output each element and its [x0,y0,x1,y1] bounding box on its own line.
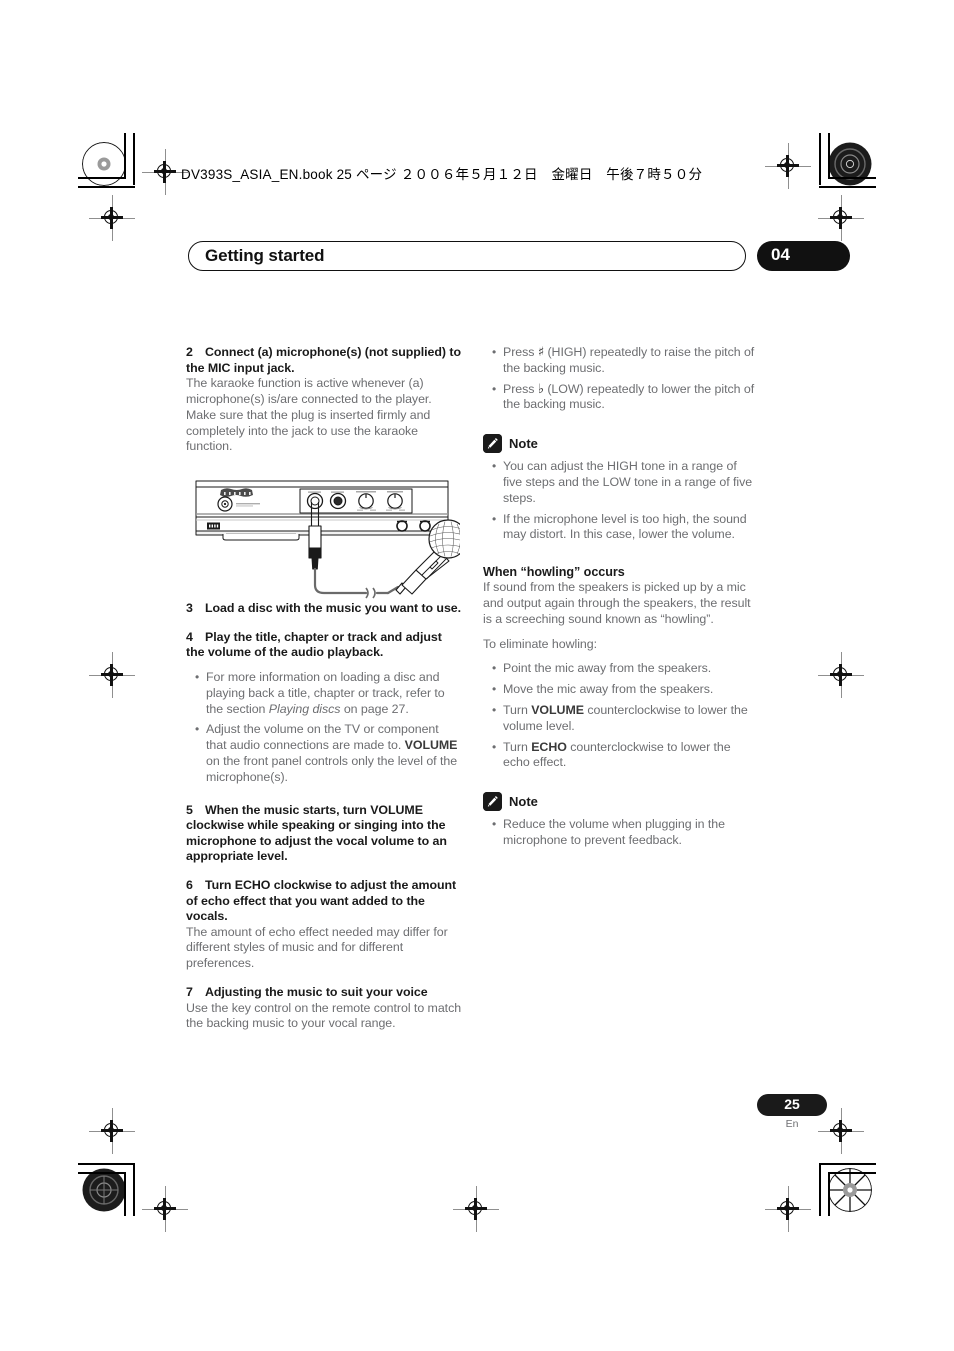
registration-target-top-left [142,149,188,195]
bullet-text-pre: Press [503,381,538,396]
page-number-tab: 25 [757,1094,827,1116]
note-header: Note [483,792,759,812]
list-item: Move the mic away from the speakers. [492,682,759,698]
step-5-heading: 5 When the music starts, turn VOLUME cloc… [186,803,462,865]
page-number: 25 [784,1096,800,1112]
note-2-bullets: Reduce the volume when plugging in the m… [483,817,759,849]
registration-target-bottom-center [453,1186,499,1232]
step-4-heading-text: Play the title, chapter or track and adj… [186,629,442,660]
bullet-text-bold: VOLUME [404,738,458,753]
note-block-1: Note You can adjust the HIGH tone in a r… [483,434,759,543]
list-item: If the microphone level is too high, the… [492,512,759,544]
left-column: 2 Connect (a) microphone(s) (not supplied… [186,345,462,1032]
list-item: You can adjust the HIGH tone in a range … [492,459,759,506]
list-item: Reduce the volume when plugging in the m… [492,817,759,849]
page-title: Getting started [205,246,325,265]
registration-target-left-middle [89,652,135,698]
step-6-heading-text: Turn ECHO clockwise to adjust the amount… [186,877,457,924]
howling-heading: When “howling” occurs [483,565,625,580]
list-item: For more information on loading a disc a… [195,670,462,717]
step-4-number: 4 [186,629,193,644]
list-item: Press ♯ (HIGH) repeatedly to raise the p… [492,345,759,377]
step-6-number: 6 [186,877,193,892]
step-2-body: The karaoke function is active whenever … [186,376,432,454]
note-block-2: Note Reduce the volume when plugging in … [483,792,759,849]
book-file-header: DV393S_ASIA_EN.book 25 ページ ２００６年５月１２日 金曜… [181,167,703,182]
howling-bullets: Point the mic away from the speakers. Mo… [483,661,759,771]
crop-bracket-top-right [818,133,876,191]
step-7-heading-text: Adjusting the music to suit your voice [205,985,428,1000]
registration-target-left-upper [89,195,135,241]
bullet-text-italic: Playing discs [268,701,341,716]
howling-body: If sound from the speakers is picked up … [483,580,751,626]
bullet-text-post: on page 27. [340,701,409,716]
bullet-text-pre: Turn [503,739,532,754]
step-7-body: Use the key control on the remote contro… [186,1000,462,1031]
pencil-icon [483,434,502,454]
bullet-text-bold: VOLUME [531,702,584,717]
list-item: Turn VOLUME counterclockwise to lower th… [492,702,759,735]
step-6-body: The amount of echo effect needed may dif… [186,924,448,971]
registration-target-left-lower [89,1108,135,1154]
bullet-text-bold: ECHO [531,739,567,754]
crop-bracket-top-left [78,133,136,191]
registration-target-bottom-left [142,1186,188,1232]
list-item: Turn ECHO counterclockwise to lower the … [492,739,759,772]
document-page: DV393S_ASIA_EN.book 25 ページ ２００６年５月１２日 金曜… [0,0,954,1351]
bullet-text-post: on the front panel controls only the lev… [206,753,458,784]
step-2-number: 2 [186,345,193,359]
list-item: Point the mic away from the speakers. [492,661,759,677]
note-1-bullets: You can adjust the HIGH tone in a range … [483,459,759,543]
mic-connection-diagram [190,473,468,605]
pitch-control-bullets: Press ♯ (HIGH) repeatedly to raise the p… [483,345,759,413]
crop-bracket-bottom-right [818,1158,876,1216]
registration-target-right-lower [818,1108,864,1154]
registration-target-top-right [765,143,811,189]
running-head-bar: Getting started [188,241,746,271]
note-label: Note [509,794,538,810]
step-6-heading: 6 Turn ECHO clockwise to adjust the amoun… [186,878,462,925]
step-7-number: 7 [186,985,193,1000]
registration-target-bottom-right [765,1186,811,1232]
note-header: Note [483,434,759,454]
step-5-heading-text: When the music starts, turn VOLUME clock… [186,802,447,864]
step-7-heading: 7 Adjusting the music to suit your voice [186,985,462,1001]
step-4-heading: 4 Play the title, chapter or track and ad… [186,630,462,661]
crop-bracket-bottom-left [78,1158,136,1216]
list-item: Press ♭ (LOW) repeatedly to lower the pi… [492,381,759,414]
chapter-number: 04 [771,245,790,264]
step-4-bullets: For more information on loading a disc a… [186,670,462,786]
step-2-heading: 2 Connect (a) microphone(s) (not supplied… [186,345,462,376]
right-column: Press ♯ (HIGH) repeatedly to raise the p… [483,345,759,849]
chapter-number-tab: 04 [757,241,850,271]
bullet-text-pre: Turn [503,702,532,717]
bullet-text-pre: Press [503,345,538,359]
list-item: Adjust the volume on the TV or component… [195,722,462,785]
note-label: Note [509,436,538,452]
howling-lead-in: To eliminate howling: [483,636,597,651]
step-5-number: 5 [186,802,193,817]
registration-target-right-middle [818,652,864,698]
registration-target-right-upper [818,195,864,241]
step-2-heading-text: Connect (a) microphone(s) (not supplied)… [186,345,461,375]
page-language-label: En [785,1118,799,1130]
pencil-icon [483,792,502,812]
